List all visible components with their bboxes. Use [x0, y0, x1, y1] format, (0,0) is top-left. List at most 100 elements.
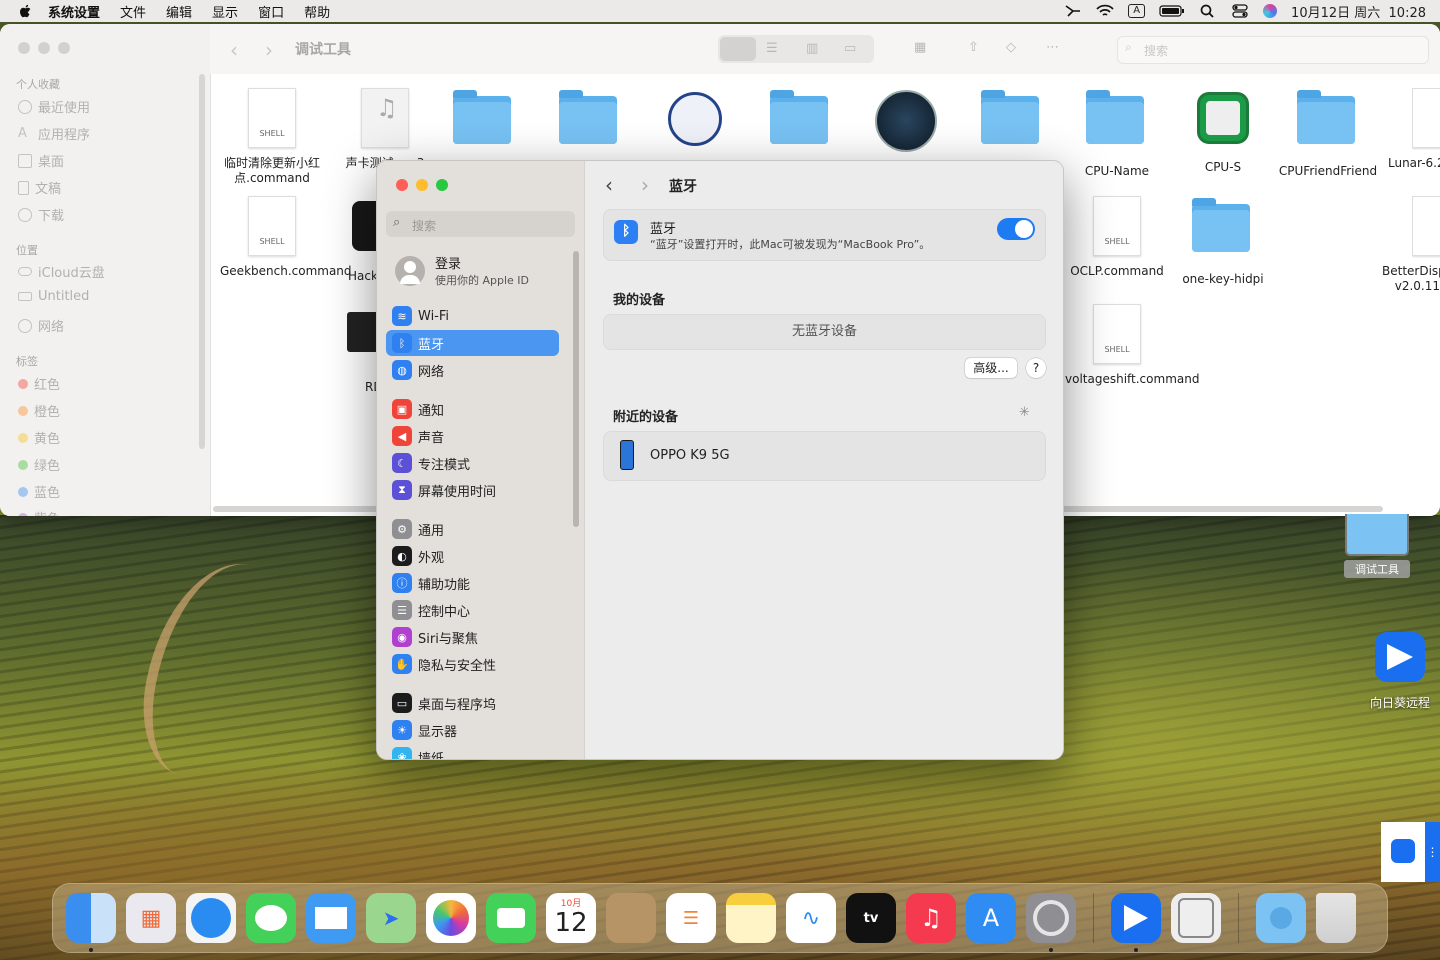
sidebar-item-network[interactable]: 网络: [18, 316, 64, 335]
calendar-icon[interactable]: 10月 12: [546, 893, 596, 943]
app-store-icon[interactable]: A: [966, 893, 1016, 943]
sidebar-item-accessibility[interactable]: ⓘ 辅助功能: [386, 570, 559, 596]
back-chevron-icon[interactable]: ‹: [605, 173, 613, 197]
sidebar-item-untitled[interactable]: Untitled: [18, 289, 89, 304]
folder-item[interactable]: CPU-Name: [1065, 88, 1169, 179]
bluetooth-toggle[interactable]: [997, 218, 1035, 240]
sidebar-tag-green[interactable]: 绿色: [18, 455, 60, 474]
gallery-view-button[interactable]: ▭: [844, 41, 856, 56]
sidebar-item-general[interactable]: ⚙ 通用: [386, 516, 559, 542]
folder-item[interactable]: [432, 88, 536, 164]
menu-edit[interactable]: 编辑: [166, 2, 192, 21]
sidebar-item-applications[interactable]: A 应用程序: [18, 124, 90, 143]
control-center-icon[interactable]: [1231, 4, 1249, 18]
forward-chevron-icon[interactable]: ›: [265, 38, 273, 62]
nearby-device-row[interactable]: OPPO K9 5G: [603, 431, 1046, 481]
list-view-button[interactable]: ☰: [766, 41, 778, 56]
safari-icon[interactable]: [186, 893, 236, 943]
wifi-icon[interactable]: [1096, 4, 1114, 18]
maps-icon[interactable]: ➤: [366, 893, 416, 943]
sidebar-item-wallpaper[interactable]: ❀ 墙纸: [386, 744, 559, 759]
sidebar-scrollbar[interactable]: [199, 74, 205, 449]
app-item[interactable]: [643, 88, 747, 160]
icon-view-button[interactable]: [720, 37, 756, 61]
share-icon[interactable]: ⇧: [968, 40, 986, 58]
mail-icon[interactable]: [306, 893, 356, 943]
spotlight-icon[interactable]: [1199, 4, 1217, 18]
trash-icon[interactable]: [1316, 893, 1356, 943]
input-method-indicator[interactable]: A: [1128, 4, 1146, 18]
app-item[interactable]: CPU-S: [1171, 88, 1275, 175]
sidebar-item-recents[interactable]: 最近使用: [18, 97, 90, 116]
close-button[interactable]: [396, 179, 408, 191]
forward-chevron-icon[interactable]: ›: [641, 173, 649, 197]
file-item[interactable]: SHELL voltageshift.command: [1065, 304, 1199, 387]
file-item[interactable]: SHELL 临时清除更新小红点.command: [220, 88, 324, 186]
more-vertical-icon[interactable]: ⋮: [1425, 822, 1440, 882]
menu-file[interactable]: 文件: [120, 2, 146, 21]
minimize-button[interactable]: [416, 179, 428, 191]
sidebar-item-bluetooth[interactable]: ᛒ 蓝牙: [386, 330, 559, 356]
sidebar-item-desktop-dock[interactable]: ▭ 桌面与程序坞: [386, 690, 559, 716]
downloads-stack-icon[interactable]: [1256, 893, 1306, 943]
zoom-button[interactable]: [58, 42, 70, 54]
sidebar-tag-red[interactable]: 红色: [18, 374, 60, 393]
sidebar-item-focus[interactable]: ☾ 专注模式: [386, 450, 559, 476]
music-icon[interactable]: ♫: [906, 893, 956, 943]
folder-item[interactable]: one-key-hidpi: [1171, 196, 1275, 287]
app-item[interactable]: [854, 88, 958, 158]
file-item[interactable]: SHELL OCLP.command: [1065, 196, 1169, 279]
column-view-button[interactable]: ▥: [806, 41, 818, 56]
minimize-button[interactable]: [38, 42, 50, 54]
freeform-icon[interactable]: ∿: [786, 893, 836, 943]
zoom-button[interactable]: [436, 179, 448, 191]
folder-item[interactable]: [960, 88, 1064, 164]
launchpad-icon[interactable]: ▦: [126, 893, 176, 943]
folder-item[interactable]: [749, 88, 853, 164]
siri-icon[interactable]: [1263, 4, 1278, 18]
sidebar-tag-blue[interactable]: 蓝色: [18, 482, 60, 501]
app-item[interactable]: Hack: [340, 196, 376, 284]
messages-icon[interactable]: [246, 893, 296, 943]
sidebar-item-documents[interactable]: 文稿: [18, 178, 61, 197]
sidebar-item-network[interactable]: ◍ 网络: [386, 357, 559, 383]
file-item[interactable]: ♫ 声卡测试.mp3: [333, 88, 437, 171]
sidebar-tag-purple[interactable]: 紫色: [18, 508, 60, 516]
menu-window[interactable]: 窗口: [258, 2, 284, 21]
sidebar-item-siri-spotlight[interactable]: ◉ Siri与聚焦: [386, 624, 559, 650]
app-item[interactable]: RD: [345, 304, 376, 395]
disk-utility-icon[interactable]: [1171, 893, 1221, 943]
menu-view[interactable]: 显示: [212, 2, 238, 21]
sidebar-item-downloads[interactable]: 下载: [18, 205, 64, 224]
desktop-app-sunlogin[interactable]: 向日葵远程: [1362, 632, 1438, 711]
settings-sidebar-scrollbar[interactable]: [573, 251, 579, 527]
sidebar-item-notifications[interactable]: ▣ 通知: [386, 396, 559, 422]
help-button[interactable]: ?: [1026, 358, 1046, 378]
desktop-folder[interactable]: 调试工具: [1344, 514, 1410, 578]
folder-item[interactable]: [538, 88, 642, 164]
advanced-button[interactable]: 高级...: [965, 358, 1017, 378]
folder-item[interactable]: CPUFriendFriend: [1276, 88, 1380, 179]
group-icon[interactable]: ▦: [914, 40, 932, 58]
apple-menu-icon[interactable]: [18, 3, 34, 19]
finder-icon[interactable]: [66, 893, 116, 952]
sidebar-item-screen-time[interactable]: ⧗ 屏幕使用时间: [386, 477, 559, 503]
menu-clock[interactable]: 10月12日 周六 10:28: [1291, 2, 1426, 21]
sunlogin-status-icon[interactable]: [1064, 4, 1082, 18]
close-button[interactable]: [18, 42, 30, 54]
sidebar-tag-orange[interactable]: 橙色: [18, 401, 60, 420]
tag-icon[interactable]: ◇: [1006, 40, 1024, 58]
sidebar-item-displays[interactable]: ☀ 显示器: [386, 717, 559, 743]
sidebar-item-wifi[interactable]: ≋ Wi-Fi: [386, 303, 559, 329]
contacts-icon[interactable]: [606, 893, 656, 943]
file-item[interactable]: SHELL Geekbench.command: [220, 196, 352, 279]
apple-tv-icon[interactable]: tv: [846, 893, 896, 943]
sidebar-item-control-center[interactable]: ☰ 控制中心: [386, 597, 559, 623]
system-settings-icon[interactable]: [1026, 893, 1076, 952]
menu-app-name[interactable]: 系统设置: [48, 2, 100, 21]
sidebar-item-icloud[interactable]: iCloud云盘: [18, 262, 105, 281]
reminders-icon[interactable]: ☰: [666, 893, 716, 943]
finder-search-field[interactable]: ⌕ 搜索: [1117, 36, 1429, 64]
menu-help[interactable]: 帮助: [304, 2, 330, 21]
facetime-icon[interactable]: [486, 893, 536, 943]
